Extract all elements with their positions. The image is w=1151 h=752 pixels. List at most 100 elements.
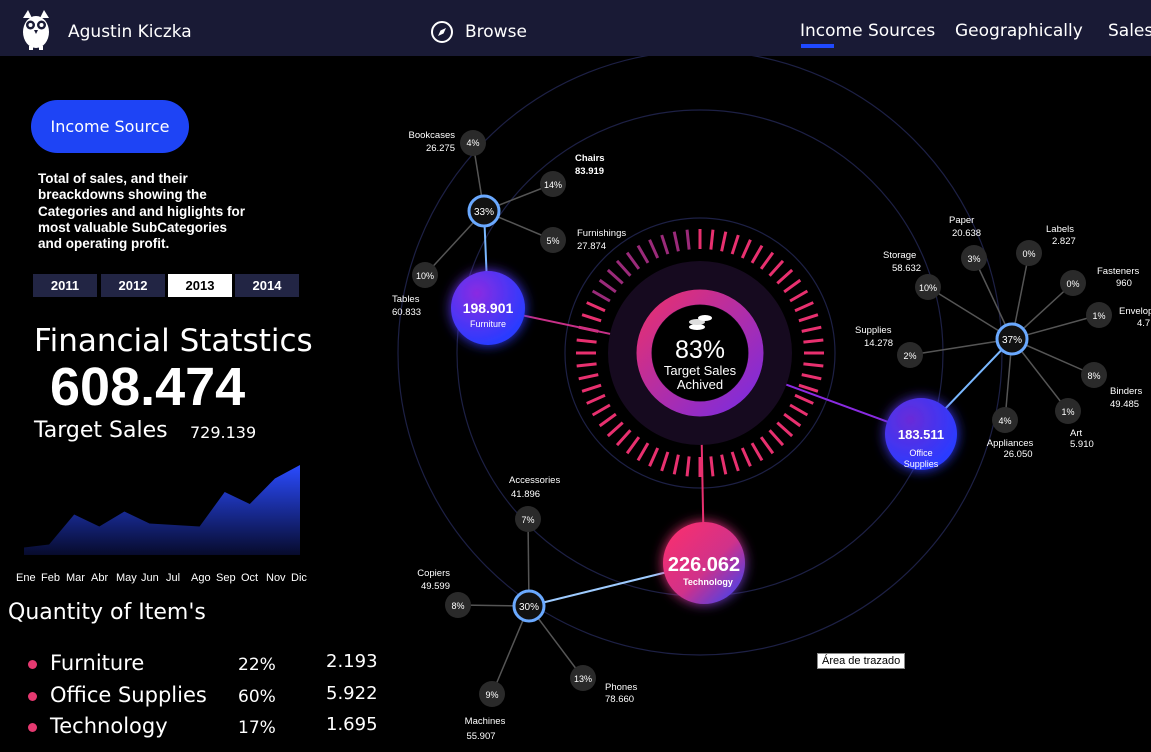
browse-link[interactable]: Browse bbox=[465, 22, 527, 42]
subcategory-envelopes[interactable]: 1% Envelopes 4.7 bbox=[1086, 302, 1151, 329]
qty-row-technology[interactable]: Technology 17% 1.695 bbox=[0, 712, 380, 742]
progress-tick bbox=[685, 229, 691, 250]
progress-tick bbox=[636, 442, 650, 462]
subcategory-chairs[interactable]: 14% Chairs 83.919 bbox=[540, 153, 605, 197]
month-label: Abr bbox=[91, 572, 109, 584]
month-label: Mar bbox=[66, 572, 85, 584]
sub-name: Tables bbox=[392, 294, 420, 305]
sub-value: 4.7 bbox=[1137, 318, 1150, 329]
subcategory-tables[interactable]: 10% Tables 60.833 bbox=[392, 262, 438, 318]
sub-value: 49.485 bbox=[1110, 399, 1139, 410]
progress-tick bbox=[783, 278, 802, 294]
subcategory-binders[interactable]: 8% Binders 49.485 bbox=[1081, 362, 1142, 410]
description-text: Total of sales, and their breackdowns sh… bbox=[38, 171, 246, 252]
month-label: Ago bbox=[191, 572, 211, 584]
progress-tick bbox=[794, 301, 814, 313]
owl-logo-icon[interactable] bbox=[20, 8, 52, 50]
subcategory-appliances[interactable]: 4% Appliances 26.050 bbox=[987, 407, 1034, 460]
year-2011-button[interactable]: 2011 bbox=[33, 274, 97, 297]
progress-tick bbox=[648, 239, 660, 259]
sub-name: Machines bbox=[465, 716, 506, 727]
bullet-icon bbox=[28, 660, 37, 669]
hub-furniture[interactable]: 33% bbox=[467, 194, 501, 228]
qty-row-office-supplies[interactable]: Office Supplies 60% 5.922 bbox=[0, 681, 380, 711]
category-node-furniture[interactable]: 198.901 Furniture bbox=[451, 271, 525, 345]
progress-tick bbox=[768, 259, 785, 277]
qty-row-furniture[interactable]: Furniture 22% 2.193 bbox=[0, 649, 380, 679]
progress-tick bbox=[586, 393, 606, 405]
progress-tick bbox=[776, 421, 794, 438]
sub-name: Storage bbox=[883, 250, 916, 261]
hub-office-supplies[interactable]: 37% bbox=[995, 322, 1029, 356]
sub-value: 83.919 bbox=[575, 166, 604, 177]
compass-icon[interactable] bbox=[430, 20, 454, 44]
progress-tick bbox=[783, 412, 802, 428]
progress-tick bbox=[798, 313, 819, 323]
sub-pct: 9% bbox=[485, 690, 498, 700]
year-2014-button[interactable]: 2014 bbox=[235, 274, 299, 297]
qty-name: Office Supplies bbox=[50, 683, 207, 707]
quantity-title: Quantity of Item's bbox=[8, 600, 206, 625]
sub-pct: 8% bbox=[1087, 371, 1100, 381]
progress-tick bbox=[660, 451, 670, 472]
hub-technology[interactable]: 30% bbox=[512, 589, 546, 623]
nav-tab-sales[interactable]: Sales bbox=[1108, 21, 1151, 41]
subcategory-bookcases[interactable]: 4% Bookcases 26.275 bbox=[409, 130, 486, 156]
financial-stats-title: Financial Statstics bbox=[34, 323, 313, 359]
progress-tick bbox=[730, 451, 740, 472]
subcategory-art[interactable]: 1% Art 5.910 bbox=[1055, 398, 1094, 450]
sub-pct: 10% bbox=[919, 283, 937, 293]
qty-pct: 60% bbox=[238, 687, 276, 707]
income-source-button[interactable]: Income Source bbox=[31, 100, 189, 153]
progress-tick bbox=[615, 259, 632, 277]
category-name: Furniture bbox=[470, 319, 506, 329]
category-name: Supplies bbox=[904, 459, 939, 469]
progress-tick bbox=[801, 373, 822, 381]
sub-pct: 0% bbox=[1022, 249, 1035, 259]
year-2012-button[interactable]: 2012 bbox=[101, 274, 165, 297]
progress-tick bbox=[759, 251, 775, 270]
category-node-office-supplies[interactable]: 183.511 Office Supplies bbox=[885, 398, 957, 470]
center-label-1: Target Sales bbox=[664, 363, 737, 378]
sub-name: Phones bbox=[605, 682, 637, 693]
year-2013-button[interactable]: 2013 bbox=[168, 274, 232, 297]
sub-value: 14.278 bbox=[864, 338, 893, 349]
subcategory-supplies[interactable]: 2% Supplies 14.278 bbox=[855, 325, 923, 368]
sub-name: Accessories bbox=[509, 475, 560, 486]
user-name[interactable]: Agustin Kiczka bbox=[68, 22, 192, 42]
sub-pct: 5% bbox=[546, 236, 559, 246]
sub-pct: 0% bbox=[1066, 279, 1079, 289]
qty-pct: 17% bbox=[238, 718, 276, 738]
subcategory-copiers[interactable]: 8% Copiers 49.599 bbox=[417, 568, 471, 618]
sub-name: Binders bbox=[1110, 386, 1142, 397]
income-sources-radial-chart[interactable]: 83% Target Sales Achived 198.901 Furnitu… bbox=[380, 56, 1151, 752]
progress-tick bbox=[750, 244, 764, 264]
sub-name: Fasteners bbox=[1097, 266, 1139, 277]
category-node-technology[interactable]: 226.062 Technology bbox=[663, 522, 745, 604]
sub-name: Copiers bbox=[417, 568, 450, 579]
month-label: Oct bbox=[241, 572, 259, 584]
bullet-icon bbox=[28, 723, 37, 732]
subcategory-fasteners[interactable]: 0% Fasteners 960 bbox=[1060, 266, 1139, 296]
progress-tick bbox=[598, 412, 617, 428]
progress-tick bbox=[615, 429, 632, 447]
subcategory-labels[interactable]: 0% Labels 2.827 bbox=[1016, 224, 1076, 266]
sub-pct: 14% bbox=[544, 180, 562, 190]
subcategory-accessories[interactable]: 7% Accessories 41.896 bbox=[509, 475, 560, 532]
progress-tick bbox=[720, 454, 728, 475]
progress-tick bbox=[803, 362, 824, 368]
progress-tick bbox=[576, 338, 597, 344]
monthly-sales-area-chart[interactable] bbox=[24, 455, 300, 555]
progress-tick bbox=[672, 454, 680, 475]
subcategory-phones[interactable]: 13% Phones 78.660 bbox=[570, 665, 637, 705]
progress-tick bbox=[768, 429, 785, 447]
monthly-sales-area bbox=[24, 465, 300, 555]
subcategory-machines[interactable]: 9% Machines 55.907 bbox=[465, 681, 506, 742]
progress-tick bbox=[576, 362, 597, 368]
progress-tick bbox=[789, 289, 809, 303]
sub-value: 78.660 bbox=[605, 694, 634, 705]
nav-tab-income-sources[interactable]: Income Sources bbox=[800, 21, 935, 41]
center-label-2: Achived bbox=[677, 377, 723, 392]
subcategory-storage[interactable]: 10% Storage 58.632 bbox=[883, 250, 941, 300]
nav-tab-geographically[interactable]: Geographically bbox=[955, 21, 1083, 41]
